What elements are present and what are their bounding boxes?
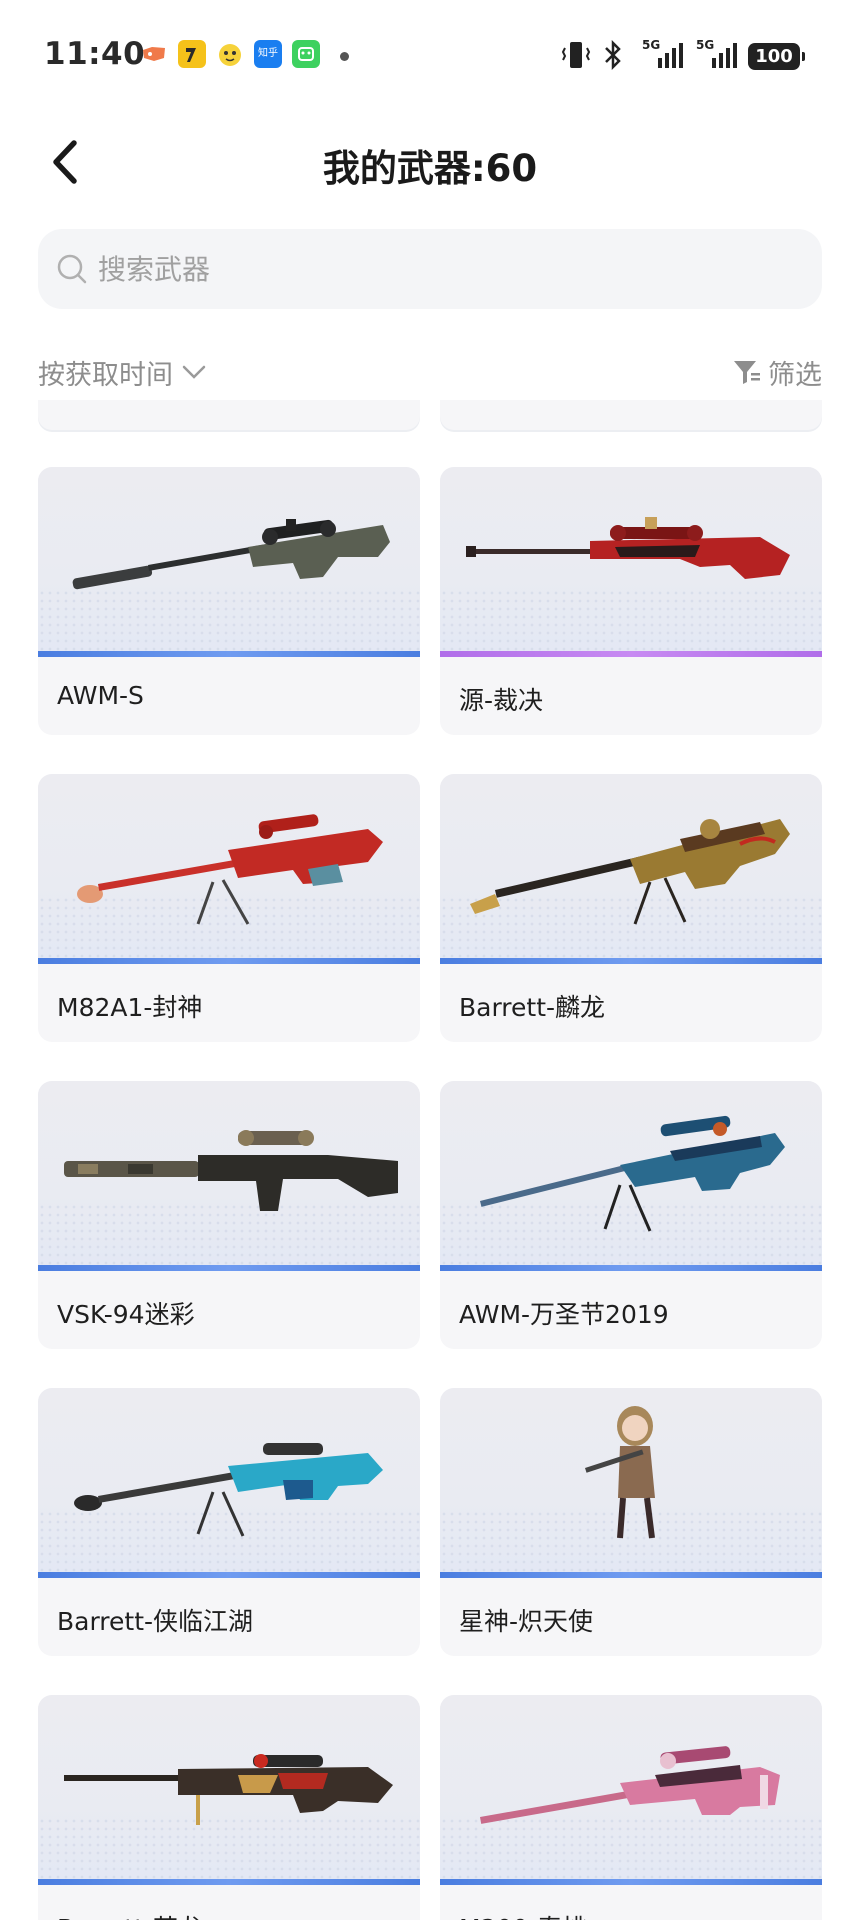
signal-5g-icon: 5G — [640, 38, 690, 70]
chevron-down-icon — [182, 365, 206, 379]
weapon-name: M82A1-封神 — [57, 993, 203, 1022]
wechat-work-icon — [292, 40, 320, 68]
status-time: 11:40 — [44, 36, 146, 72]
weapon-name: AWM-万圣节2019 — [459, 1300, 669, 1329]
weapon-name: M200-春桃 — [459, 1909, 587, 1920]
sniper-rifle-icon — [466, 517, 790, 579]
weapon-image — [38, 1388, 420, 1578]
rarity-bar — [38, 651, 420, 657]
weapon-image — [440, 467, 822, 657]
bluetooth-icon — [605, 40, 621, 70]
weapon-card[interactable]: M82A1-封神 — [38, 774, 420, 1042]
more-notifications-dot — [340, 52, 349, 61]
rarity-bar — [38, 1265, 420, 1271]
search-icon — [57, 254, 87, 284]
sort-dropdown[interactable]: 按获取时间 — [38, 352, 207, 392]
filter-label: 筛选 — [768, 359, 822, 391]
weapon-image — [38, 467, 420, 657]
weapon-name: AWM-S — [57, 681, 144, 710]
panda-app-icon — [216, 40, 244, 68]
weapon-card[interactable]: AWM-S — [38, 467, 420, 735]
weapon-image — [440, 1081, 822, 1271]
weapon-card[interactable]: 源-裁决 — [440, 467, 822, 735]
weapon-card[interactable]: Barrett-麟龙 — [440, 774, 822, 1042]
weapon-image — [38, 774, 420, 964]
weapon-card[interactable]: M200-春桃 — [440, 1695, 822, 1920]
search-input[interactable] — [98, 229, 798, 309]
character-icon — [585, 1406, 655, 1539]
weapon-name: VSK-94迷彩 — [57, 1300, 195, 1329]
weapon-card[interactable]: 星神-炽天使 — [440, 1388, 822, 1656]
weapon-name: 星神-炽天使 — [459, 1607, 594, 1636]
rarity-bar — [440, 1265, 822, 1271]
search-box[interactable] — [38, 229, 822, 309]
rarity-bar — [38, 1572, 420, 1578]
weapon-card[interactable]: Barrett-侠临江湖 — [38, 1388, 420, 1656]
weapon-name: 源-裁决 — [459, 686, 544, 715]
sniper-rifle-icon — [77, 814, 383, 925]
rifle-icon — [64, 1130, 398, 1211]
rarity-bar — [440, 958, 822, 964]
weapon-image — [38, 1081, 420, 1271]
signal-5g-icon-2: 5G — [694, 38, 744, 70]
filter-button[interactable]: 筛选 — [732, 352, 822, 392]
rarity-bar — [440, 1879, 822, 1885]
vibrate-icon — [561, 42, 591, 68]
weapon-card[interactable]: AWM-万圣节2019 — [440, 1081, 822, 1349]
rarity-bar — [440, 1572, 822, 1578]
rarity-bar — [38, 958, 420, 964]
weapon-image — [440, 1388, 822, 1578]
sniper-rifle-icon — [480, 1746, 780, 1824]
card-peek-left — [38, 400, 420, 430]
bird-app-icon — [178, 40, 206, 68]
card-peek-right — [440, 400, 822, 430]
weapon-name: Barrett-侠临江湖 — [57, 1607, 254, 1636]
sniper-rifle-icon — [480, 1115, 785, 1232]
zhihu-icon: 知乎 — [254, 40, 282, 68]
status-bar: 11:40 知乎 5G 5G 100 — [0, 0, 860, 110]
game-icon — [140, 40, 168, 68]
weapon-card[interactable]: VSK-94迷彩 — [38, 1081, 420, 1349]
weapon-image — [440, 1695, 822, 1885]
filter-icon — [734, 361, 760, 384]
sniper-rifle-icon — [64, 1754, 393, 1825]
weapon-name: Barrett-苍龙 — [57, 1909, 203, 1920]
sniper-rifle-icon — [72, 519, 390, 590]
weapon-name: Barrett-麟龙 — [459, 993, 606, 1022]
page-title: 我的武器:60 — [322, 147, 538, 190]
rarity-bar — [440, 651, 822, 657]
sniper-rifle-icon — [74, 1443, 383, 1537]
battery-indicator: 100 — [748, 43, 805, 70]
rarity-bar — [38, 1879, 420, 1885]
weapon-card[interactable]: Barrett-苍龙 — [38, 1695, 420, 1920]
weapon-image — [440, 774, 822, 964]
weapon-image — [38, 1695, 420, 1885]
sort-label: 按获取时间 — [38, 359, 173, 391]
zhihu-label: 知乎 — [258, 48, 278, 59]
sniper-rifle-icon — [470, 819, 790, 925]
